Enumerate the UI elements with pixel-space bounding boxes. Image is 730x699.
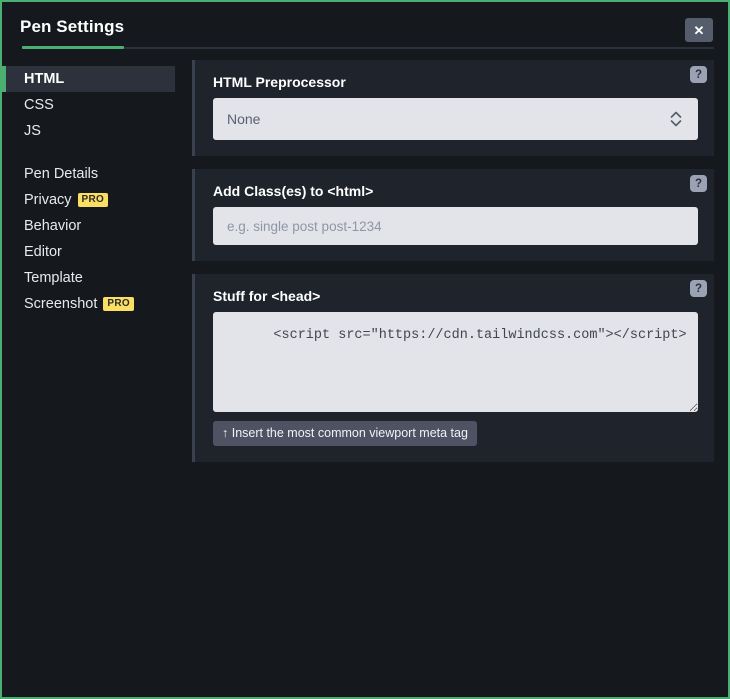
html-preprocessor-card: ? HTML Preprocessor None [192, 60, 714, 156]
settings-main-panel: ? HTML Preprocessor None ? Add Class(es)… [192, 52, 728, 697]
add-classes-card: ? Add Class(es) to <html> [192, 169, 714, 261]
settings-sidebar: HTML CSS JS Pen Details Privacy PRO Beha… [2, 52, 192, 697]
sidebar-item-template[interactable]: Template [2, 265, 192, 291]
insert-viewport-meta-button[interactable]: ↑ Insert the most common viewport meta t… [213, 421, 477, 446]
sidebar-item-label: Pen Details [24, 166, 99, 182]
sidebar-item-label: HTML [24, 71, 65, 87]
sidebar-item-label: Behavior [24, 218, 82, 234]
stuff-for-head-card: ? Stuff for <head> <script src="https://… [192, 274, 714, 462]
sidebar-item-privacy[interactable]: Privacy PRO [2, 187, 192, 213]
page-title: Pen Settings [20, 17, 125, 36]
pro-badge: PRO [103, 297, 134, 311]
html-preprocessor-selected-value: None [227, 111, 261, 127]
sidebar-item-behavior[interactable]: Behavior [2, 213, 192, 239]
dialog-header: Pen Settings ✕ [2, 2, 728, 52]
close-button[interactable]: ✕ [685, 18, 713, 42]
sidebar-item-js[interactable]: JS [2, 118, 192, 144]
html-preprocessor-select-wrap: None [213, 98, 698, 140]
add-classes-label: Add Class(es) to <html> [213, 183, 374, 199]
header-accent-underline [22, 46, 124, 49]
help-icon[interactable]: ? [690, 66, 707, 83]
sidebar-item-label: JS [24, 123, 41, 139]
html-preprocessor-select[interactable]: None [213, 98, 698, 140]
sidebar-item-pen-details[interactable]: Pen Details [2, 161, 192, 187]
sidebar-item-editor[interactable]: Editor [2, 239, 192, 265]
add-classes-input[interactable] [213, 207, 698, 245]
sidebar-item-screenshot[interactable]: Screenshot PRO [2, 291, 192, 317]
sidebar-item-label: Editor [24, 244, 62, 260]
sidebar-item-css[interactable]: CSS [2, 92, 192, 118]
sidebar-item-label: Template [24, 270, 83, 286]
help-icon[interactable]: ? [690, 175, 707, 192]
sidebar-item-label: Privacy [24, 192, 72, 208]
header-divider [22, 47, 714, 49]
sidebar-item-html[interactable]: HTML [2, 66, 175, 92]
stuff-for-head-textarea[interactable]: <script src="https://cdn.tailwindcss.com… [213, 312, 698, 412]
pen-settings-dialog: Pen Settings ✕ HTML CSS JS Pen Details P… [0, 0, 730, 699]
sidebar-group-divider [2, 144, 192, 161]
html-preprocessor-label: HTML Preprocessor [213, 74, 346, 90]
dialog-body: HTML CSS JS Pen Details Privacy PRO Beha… [2, 52, 728, 697]
pro-badge: PRO [77, 193, 109, 207]
sidebar-item-label: CSS [24, 97, 54, 113]
help-icon[interactable]: ? [690, 280, 707, 297]
stuff-for-head-label: Stuff for <head> [213, 288, 321, 304]
sidebar-item-label: Screenshot [24, 296, 98, 312]
